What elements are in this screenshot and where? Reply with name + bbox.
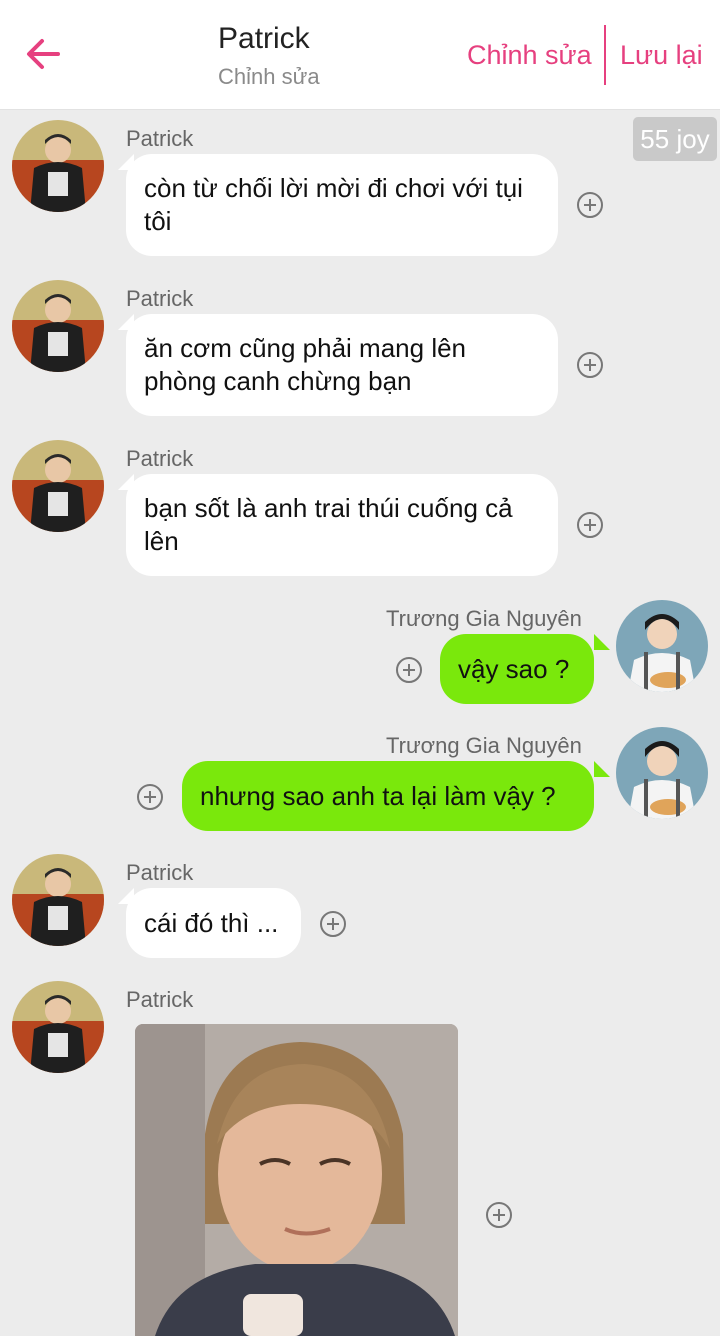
sender-name: Trương Gia Nguyên: [386, 733, 582, 758]
save-button[interactable]: Lưu lại: [620, 40, 703, 71]
message-bubble[interactable]: ăn cơm cũng phải mang lên phòng canh chừ…: [126, 314, 558, 416]
edit-button[interactable]: Chỉnh sửa: [467, 40, 592, 71]
sender-name: Patrick: [126, 446, 194, 471]
bubble-tail: [594, 634, 610, 650]
sender-name: Trương Gia Nguyên: [386, 606, 582, 631]
message-bubble[interactable]: còn từ chối lời mời đi chơi với tụi tôi: [126, 154, 558, 256]
avatar-patrick[interactable]: [12, 280, 104, 372]
avatar-truong-gia-nguyen[interactable]: [616, 727, 708, 819]
message-bubble[interactable]: cái đó thì ...: [126, 888, 301, 958]
header-divider: [604, 25, 606, 85]
back-button[interactable]: [22, 32, 66, 76]
bubble-tail: [594, 761, 610, 777]
avatar-patrick[interactable]: [12, 120, 104, 212]
sender-name: Patrick: [126, 286, 194, 311]
chat-header: Patrick Chỉnh sửa Chỉnh sửa Lưu lại: [0, 0, 720, 110]
sender-name: Patrick: [126, 860, 194, 885]
message-bubble[interactable]: nhưng sao anh ta lại làm vậy ?: [182, 761, 594, 831]
message-bubble[interactable]: vậy sao ?: [440, 634, 594, 704]
plus-circle-icon[interactable]: [577, 192, 603, 218]
plus-circle-icon[interactable]: [486, 1202, 512, 1228]
avatar-patrick[interactable]: [12, 854, 104, 946]
plus-circle-icon[interactable]: [396, 657, 422, 683]
plus-circle-icon[interactable]: [137, 784, 163, 810]
sender-name: Patrick: [126, 987, 194, 1012]
plus-circle-icon[interactable]: [577, 352, 603, 378]
arrow-left-icon: [27, 39, 60, 69]
message-bubble[interactable]: bạn sốt là anh trai thúi cuống cả lên: [126, 474, 558, 576]
chat-title: Patrick: [218, 22, 310, 55]
photo-message[interactable]: [135, 1024, 458, 1336]
avatar-patrick[interactable]: [12, 440, 104, 532]
avatar-truong-gia-nguyen[interactable]: [616, 600, 708, 692]
chat-subtitle: Chỉnh sửa: [218, 64, 320, 89]
avatar-patrick[interactable]: [12, 981, 104, 1073]
sender-name: Patrick: [126, 126, 194, 151]
plus-circle-icon[interactable]: [577, 512, 603, 538]
joy-badge: 55 joy: [633, 117, 717, 161]
plus-circle-icon[interactable]: [320, 911, 346, 937]
